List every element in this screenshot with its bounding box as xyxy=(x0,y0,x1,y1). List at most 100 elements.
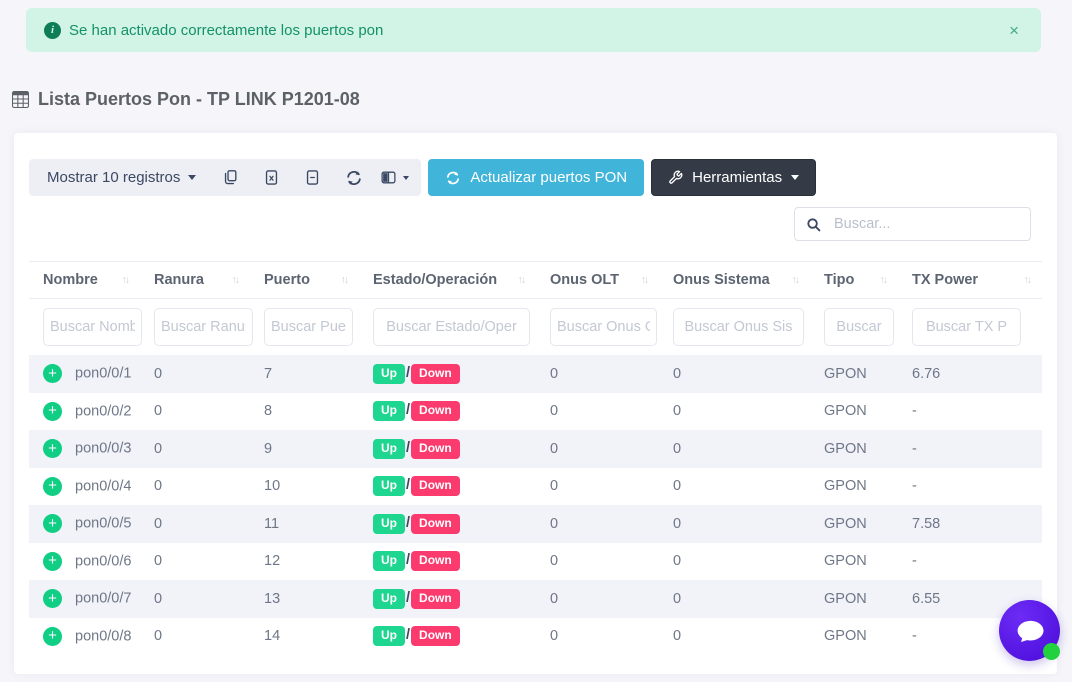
sort-icon[interactable]: ↑↓ xyxy=(232,274,239,286)
cell-tipo: GPON xyxy=(810,355,898,393)
pon-ports-table: Nombre ↑↓ Ranura↑↓ Puerto↑↓ Estado/Operac… xyxy=(29,261,1042,655)
filter-input-tipo[interactable] xyxy=(824,308,894,346)
port-name: pon0/0/3 xyxy=(75,441,131,457)
expand-row-icon[interactable]: + xyxy=(43,552,62,571)
search-icon xyxy=(806,217,821,232)
filter-input-onus-olt[interactable] xyxy=(550,308,657,346)
cell-onus-sistema: 0 xyxy=(659,543,810,581)
file-text-icon xyxy=(304,169,321,186)
expand-row-icon[interactable]: + xyxy=(43,364,62,383)
cell-puerto: 14 xyxy=(250,618,359,656)
pon-table-body: +pon0/0/107Up/Down00GPON6.76+pon0/0/208U… xyxy=(29,355,1042,655)
table-row: +pon0/0/8014Up/Down00GPON- xyxy=(29,618,1042,656)
sort-icon[interactable]: ↑↓ xyxy=(1024,274,1031,286)
expand-row-icon[interactable]: + xyxy=(43,514,62,533)
expand-row-icon[interactable]: + xyxy=(43,439,62,458)
cell-tx-power: - xyxy=(898,430,1042,468)
status-down-badge: Down xyxy=(411,401,460,421)
status-up-badge: Up xyxy=(373,589,405,609)
port-name: pon0/0/7 xyxy=(75,591,131,607)
file-export-button[interactable] xyxy=(292,160,333,196)
global-search-box xyxy=(794,207,1031,241)
filter-input-nombre[interactable] xyxy=(43,308,142,346)
cell-ranura: 0 xyxy=(140,430,250,468)
column-label: Nombre xyxy=(43,272,98,288)
cell-puerto: 7 xyxy=(250,355,359,393)
filter-cell xyxy=(140,299,250,356)
cell-onus-sistema: 0 xyxy=(659,355,810,393)
reload-table-button[interactable] xyxy=(333,160,374,196)
column-header-nombre[interactable]: Nombre ↑↓ xyxy=(29,262,140,299)
search-input[interactable] xyxy=(832,215,1019,233)
cell-estado-operacion: Up/Down xyxy=(359,505,536,543)
cell-tipo: GPON xyxy=(810,468,898,506)
sort-icon[interactable]: ↑↓ xyxy=(641,274,648,286)
table-row: +pon0/0/4010Up/Down00GPON- xyxy=(29,468,1042,506)
column-header-tx-power[interactable]: TX Power↑↓ xyxy=(898,262,1042,299)
cell-ranura: 0 xyxy=(140,393,250,431)
search-row xyxy=(29,207,1042,241)
filter-input-tx-power[interactable] xyxy=(912,308,1021,346)
expand-row-icon[interactable]: + xyxy=(43,627,62,646)
cell-tipo: GPON xyxy=(810,543,898,581)
cell-onus-olt: 0 xyxy=(536,468,659,506)
chat-widget-button[interactable] xyxy=(999,600,1060,661)
excel-export-button[interactable] xyxy=(251,160,292,196)
expand-row-icon[interactable]: + xyxy=(43,402,62,421)
cell-tipo: GPON xyxy=(810,505,898,543)
records-per-page-dropdown[interactable]: Mostrar 10 registros xyxy=(37,169,210,186)
table-toolbar: Mostrar 10 registros Actualizar puer xyxy=(29,159,1042,196)
cell-onus-sistema: 0 xyxy=(659,430,810,468)
column-visibility-icon xyxy=(380,168,397,187)
cell-estado-operacion: Up/Down xyxy=(359,468,536,506)
cell-onus-sistema: 0 xyxy=(659,580,810,618)
filter-input-ranura[interactable] xyxy=(154,308,253,346)
content-card: Mostrar 10 registros Actualizar puer xyxy=(14,133,1057,674)
cell-ranura: 0 xyxy=(140,618,250,656)
cell-nombre: + pon0/0/4 xyxy=(29,468,140,506)
tools-dropdown-button[interactable]: Herramientas xyxy=(651,159,816,196)
page-title: Lista Puertos Pon - TP LINK P1201-08 xyxy=(12,89,1072,110)
sort-icon[interactable]: ↑↓ xyxy=(341,274,348,286)
cell-puerto: 9 xyxy=(250,430,359,468)
sort-icon[interactable]: ↑↓ xyxy=(122,274,129,286)
table-row: +pon0/0/309Up/Down00GPON- xyxy=(29,430,1042,468)
status-separator: / xyxy=(406,515,410,531)
status-up-badge: Up xyxy=(373,626,405,646)
status-down-badge: Down xyxy=(411,589,460,609)
chevron-down-icon xyxy=(403,176,409,180)
sort-icon[interactable]: ↑↓ xyxy=(792,274,799,286)
column-header-puerto[interactable]: Puerto↑↓ xyxy=(250,262,359,299)
filter-cell xyxy=(359,299,536,356)
filter-input-estado-operacion[interactable] xyxy=(373,308,530,346)
expand-row-icon[interactable]: + xyxy=(43,589,62,608)
cell-tx-power: - xyxy=(898,543,1042,581)
status-down-badge: Down xyxy=(411,364,460,384)
expand-row-icon[interactable]: + xyxy=(43,477,62,496)
column-header-onus-sistema[interactable]: Onus Sistema↑↓ xyxy=(659,262,810,299)
update-pon-ports-button[interactable]: Actualizar puertos PON xyxy=(428,159,644,196)
column-header-estado-operacion[interactable]: Estado/Operación↑↓ xyxy=(359,262,536,299)
cell-onus-olt: 0 xyxy=(536,580,659,618)
online-status-dot xyxy=(1043,643,1060,660)
cell-onus-olt: 0 xyxy=(536,393,659,431)
cell-onus-olt: 0 xyxy=(536,505,659,543)
column-header-ranura[interactable]: Ranura↑↓ xyxy=(140,262,250,299)
status-up-badge: Up xyxy=(373,364,405,384)
copy-button[interactable] xyxy=(210,160,251,196)
sort-icon[interactable]: ↑↓ xyxy=(880,274,887,286)
cell-estado-operacion: Up/Down xyxy=(359,618,536,656)
status-up-badge: Up xyxy=(373,551,405,571)
port-name: pon0/0/4 xyxy=(75,478,131,494)
sort-icon[interactable]: ↑↓ xyxy=(518,274,525,286)
status-down-badge: Down xyxy=(411,476,460,496)
column-header-tipo[interactable]: Tipo↑↓ xyxy=(810,262,898,299)
filter-input-onus-sistema[interactable] xyxy=(673,308,804,346)
cell-estado-operacion: Up/Down xyxy=(359,580,536,618)
chat-bubble-icon xyxy=(1012,613,1048,649)
column-header-onus-olt[interactable]: Onus OLT↑↓ xyxy=(536,262,659,299)
filter-input-puerto[interactable] xyxy=(264,308,353,346)
column-visibility-button[interactable] xyxy=(374,160,415,196)
cell-puerto: 8 xyxy=(250,393,359,431)
close-icon[interactable]: × xyxy=(1005,18,1023,43)
